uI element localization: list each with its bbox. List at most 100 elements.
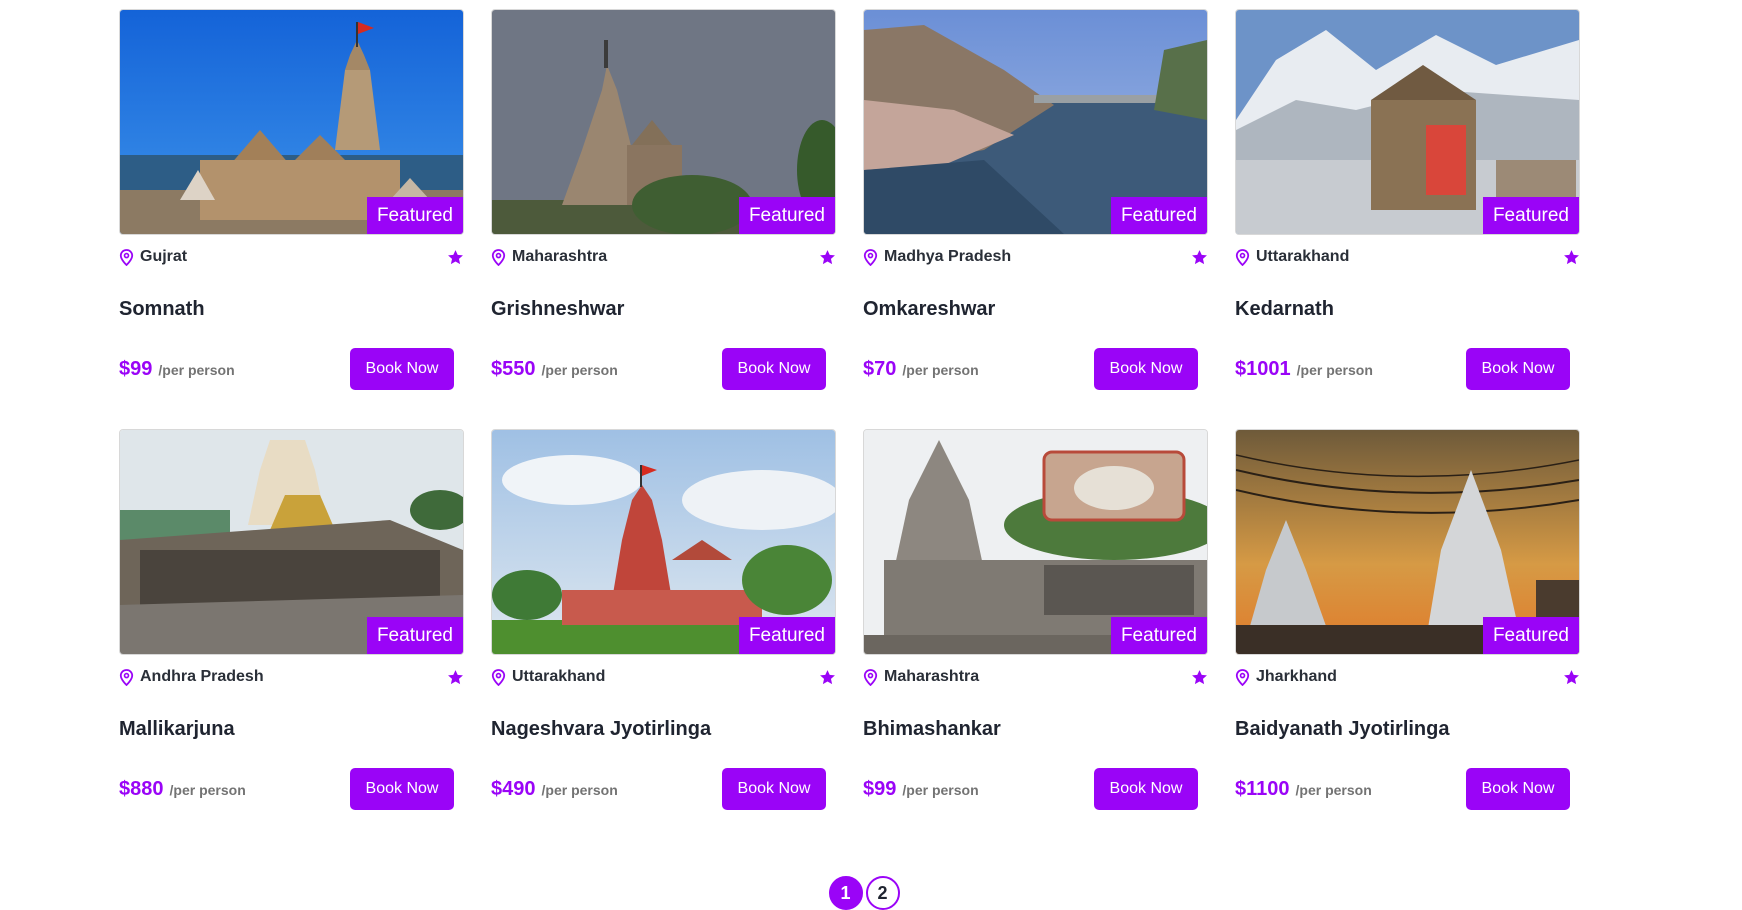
map-pin-icon [491, 248, 506, 266]
star-icon[interactable] [819, 249, 836, 266]
price-amount: $490 [491, 777, 536, 800]
map-pin-icon [1235, 248, 1250, 266]
tour-image[interactable]: Featured [863, 9, 1208, 235]
featured-badge: Featured [738, 197, 835, 234]
book-now-button[interactable]: Book Now [1466, 348, 1570, 390]
location-label: Andhra Pradesh [140, 668, 264, 685]
tour-card: Featured Gujrat Somnath $99 /per person … [119, 9, 464, 429]
book-now-button[interactable]: Book Now [1094, 348, 1198, 390]
location-label: Uttarakhand [512, 668, 606, 685]
location: Uttarakhand [491, 668, 605, 686]
price-unit: /per person [902, 781, 979, 798]
price-unit: /per person [1296, 361, 1373, 378]
map-pin-icon [863, 248, 878, 266]
tour-card: Featured Uttarakhand Nageshvara Jyotirli… [491, 429, 836, 849]
price-amount: $1001 [1235, 357, 1291, 380]
location-label: Jharkhand [1256, 668, 1337, 685]
price: $99 /per person [119, 358, 235, 381]
tour-card: Featured Maharashtra Grishneshwar $550 /… [491, 9, 836, 429]
price: $1100 /per person [1235, 778, 1372, 801]
location: Gujrat [119, 248, 187, 266]
price-amount: $880 [119, 777, 164, 800]
book-now-button[interactable]: Book Now [350, 768, 454, 810]
price-amount: $99 [119, 357, 153, 380]
price-unit: /per person [541, 781, 618, 798]
featured-badge: Featured [738, 617, 835, 654]
page-1-button[interactable]: 1 [828, 876, 863, 910]
star-icon[interactable] [819, 669, 836, 686]
location: Jharkhand [1235, 668, 1337, 686]
tour-card: Featured Uttarakhand Kedarnath $1001 /pe… [1235, 9, 1580, 429]
tour-title[interactable]: Grishneshwar [491, 298, 836, 322]
tour-card: Featured Maharashtra Bhimashankar $99 /p… [863, 429, 1208, 849]
tour-grid: Featured Gujrat Somnath $99 /per person … [119, 9, 1580, 849]
location: Uttarakhand [1235, 248, 1349, 266]
tour-image[interactable]: Featured [863, 429, 1208, 655]
map-pin-icon [119, 248, 134, 266]
price-amount: $70 [863, 357, 897, 380]
tour-title[interactable]: Bhimashankar [863, 718, 1208, 742]
book-now-button[interactable]: Book Now [1466, 768, 1570, 810]
tour-image[interactable]: Featured [1235, 9, 1580, 235]
book-now-button[interactable]: Book Now [350, 348, 454, 390]
tour-image[interactable]: Featured [119, 9, 464, 235]
featured-badge: Featured [1482, 617, 1579, 654]
star-icon[interactable] [1563, 249, 1580, 266]
price: $880 /per person [119, 778, 246, 801]
location-label: Gujrat [140, 248, 188, 265]
price-unit: /per person [169, 781, 246, 798]
tour-title[interactable]: Mallikarjuna [119, 718, 464, 742]
star-icon[interactable] [1563, 669, 1580, 686]
price-unit: /per person [902, 361, 979, 378]
price: $1001 /per person [1235, 358, 1373, 381]
price: $99 /per person [863, 778, 979, 801]
map-pin-icon [1235, 668, 1250, 686]
price: $550 /per person [491, 358, 618, 381]
map-pin-icon [491, 668, 506, 686]
pagination: 1 2 [0, 876, 1742, 910]
book-now-button[interactable]: Book Now [722, 348, 826, 390]
tour-image[interactable]: Featured [491, 9, 836, 235]
featured-badge: Featured [1110, 617, 1207, 654]
location-label: Maharashtra [884, 668, 980, 685]
tour-card: Featured Jharkhand Baidyanath Jyotirling… [1235, 429, 1580, 849]
location-label: Madhya Pradesh [884, 248, 1012, 265]
price-amount: $99 [863, 777, 897, 800]
star-icon[interactable] [447, 249, 464, 266]
location-label: Maharashtra [512, 248, 608, 265]
featured-badge: Featured [366, 197, 463, 234]
star-icon[interactable] [1191, 669, 1208, 686]
tour-card: Featured Andhra Pradesh Mallikarjuna $88… [119, 429, 464, 849]
tour-title[interactable]: Baidyanath Jyotirlinga [1235, 718, 1580, 742]
tour-image[interactable]: Featured [119, 429, 464, 655]
map-pin-icon [863, 668, 878, 686]
star-icon[interactable] [447, 669, 464, 686]
book-now-button[interactable]: Book Now [1094, 768, 1198, 810]
price-unit: /per person [1295, 781, 1372, 798]
tour-title[interactable]: Nageshvara Jyotirlinga [491, 718, 836, 742]
featured-badge: Featured [366, 617, 463, 654]
price: $490 /per person [491, 778, 618, 801]
star-icon[interactable] [1191, 249, 1208, 266]
map-pin-icon [119, 668, 134, 686]
tour-title[interactable]: Omkareshwar [863, 298, 1208, 322]
location: Maharashtra [863, 668, 979, 686]
page-2-button[interactable]: 2 [865, 876, 900, 910]
tour-title[interactable]: Kedarnath [1235, 298, 1580, 322]
price: $70 /per person [863, 358, 979, 381]
location-label: Uttarakhand [1256, 248, 1350, 265]
location: Andhra Pradesh [119, 668, 264, 686]
tour-image[interactable]: Featured [1235, 429, 1580, 655]
featured-badge: Featured [1482, 197, 1579, 234]
tour-title[interactable]: Somnath [119, 298, 464, 322]
price-amount: $550 [491, 357, 536, 380]
price-amount: $1100 [1235, 777, 1290, 800]
price-unit: /per person [541, 361, 618, 378]
book-now-button[interactable]: Book Now [722, 768, 826, 810]
price-unit: /per person [158, 361, 235, 378]
location: Maharashtra [491, 248, 607, 266]
featured-badge: Featured [1110, 197, 1207, 234]
tour-card: Featured Madhya Pradesh Omkareshwar $70 … [863, 9, 1208, 429]
location: Madhya Pradesh [863, 248, 1011, 266]
tour-image[interactable]: Featured [491, 429, 836, 655]
